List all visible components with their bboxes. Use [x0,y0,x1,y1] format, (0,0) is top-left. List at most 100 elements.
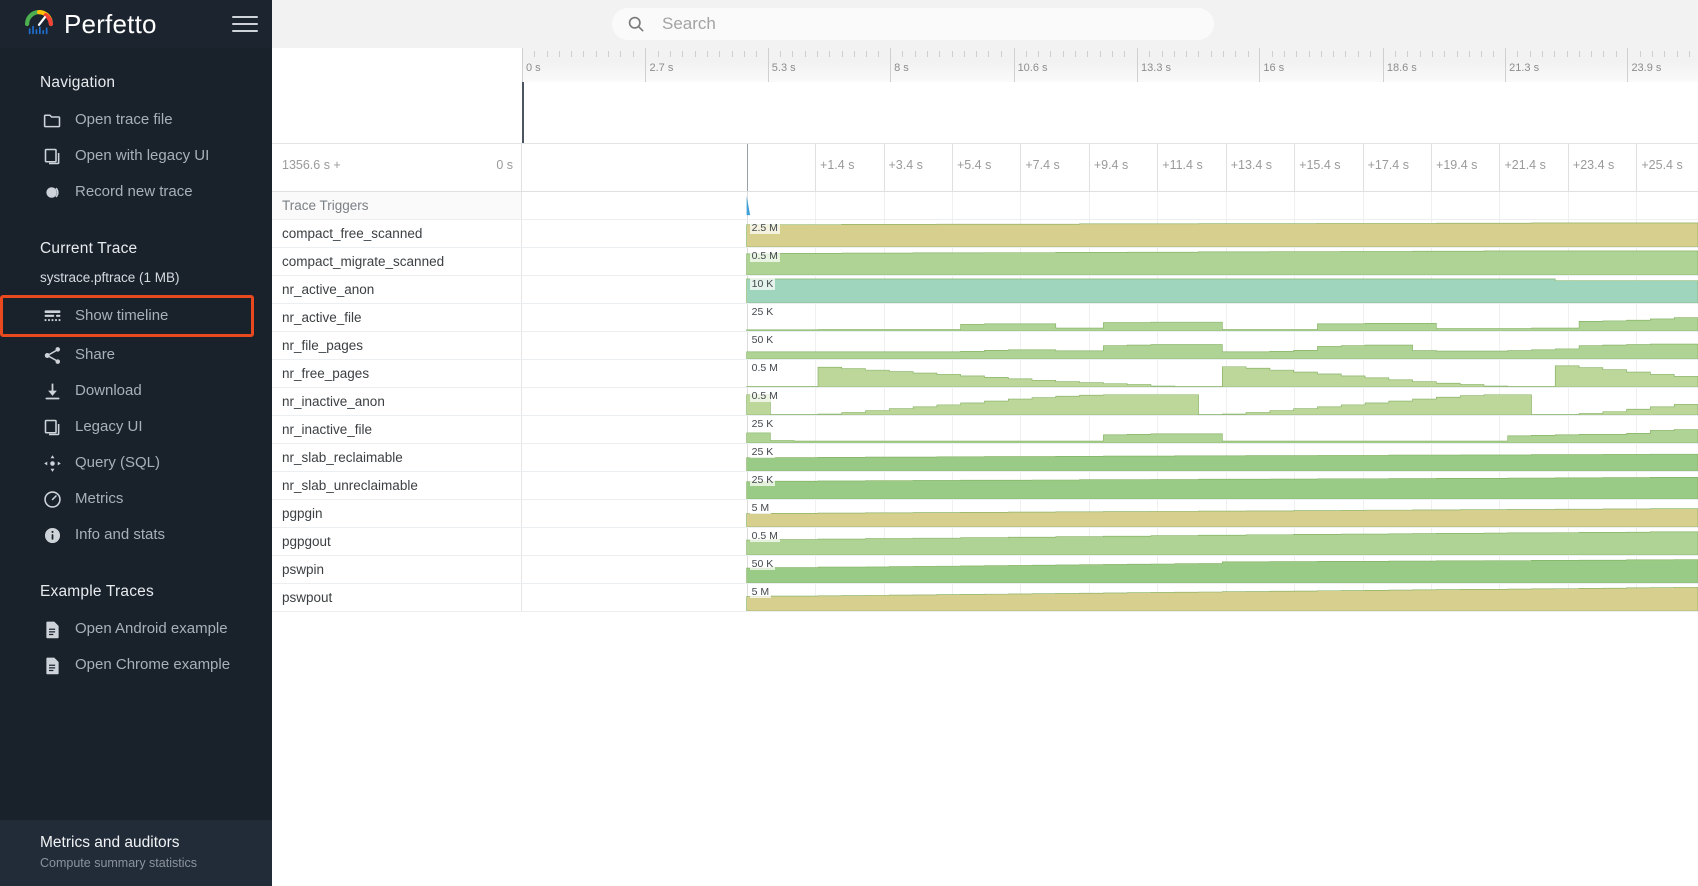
track-name-nr-inactive-anon[interactable]: nr_inactive_anon [272,388,522,415]
track-row[interactable]: Trace Triggers [272,192,1698,220]
overview-minimap[interactable] [522,82,1698,143]
overview-minor-tick [939,51,940,57]
track-name-pgpgout[interactable]: pgpgout [272,528,522,555]
track-row[interactable]: nr_inactive_anon0.5 M [272,388,1698,416]
track-name-nr-inactive-file[interactable]: nr_inactive_file [272,416,522,443]
sidebar-item-label: Open Android example [75,621,228,638]
track-row[interactable]: compact_free_scanned2.5 M [272,220,1698,248]
track-canvas[interactable]: 25 K [522,472,1698,499]
speedometer-icon [40,487,64,511]
brand-bar: Perfetto [0,0,272,48]
track-row[interactable]: pgpgin5 M [272,500,1698,528]
track-canvas[interactable]: 25 K [522,444,1698,471]
track-row[interactable]: nr_inactive_file25 K [272,416,1698,444]
hamburger-menu-icon[interactable] [232,13,258,35]
overview-minor-tick [1223,51,1224,57]
sidebar-footer-metrics-and-auditors[interactable]: Metrics and auditors Compute summary sta… [0,820,272,886]
track-name-nr-file-pages[interactable]: nr_file_pages [272,332,522,359]
overview-minor-tick [915,51,916,57]
overview-minor-tick [1370,51,1371,57]
track-canvas[interactable]: 25 K [522,416,1698,443]
search-input[interactable] [660,13,1200,35]
overview-minor-tick [1517,51,1518,57]
track-row[interactable]: nr_active_file25 K [272,304,1698,332]
track-row[interactable]: nr_active_anon10 K [272,276,1698,304]
sidebar-item-label: Download [75,383,142,400]
overview-minor-tick [1616,51,1617,57]
search-bar[interactable] [612,8,1214,40]
overview-minor-tick [1542,51,1543,57]
sidebar-item-query-sql[interactable]: Query (SQL) [0,445,272,481]
sidebar-item-info-and-stats[interactable]: Info and stats [0,517,272,553]
track-name-pswpout[interactable]: pswpout [272,584,522,611]
track-row[interactable]: nr_free_pages0.5 M [272,360,1698,388]
overview-minor-tick [1100,51,1101,57]
download-icon [40,379,64,403]
track-row[interactable]: nr_slab_unreclaimable25 K [272,472,1698,500]
overview-brush-handle[interactable] [522,82,524,143]
overview-minor-tick [902,51,903,57]
track-name-pgpgin[interactable]: pgpgin [272,500,522,527]
track-row[interactable]: nr_slab_reclaimable25 K [272,444,1698,472]
track-canvas[interactable]: 5 M [522,500,1698,527]
track-canvas[interactable]: 0.5 M [522,528,1698,555]
track-canvas[interactable]: 25 K [522,304,1698,331]
track-row[interactable]: nr_file_pages50 K [272,332,1698,360]
sidebar-item-open-with-legacy-ui[interactable]: Open with legacy UI [0,138,272,174]
track-name-compact-free-scanned[interactable]: compact_free_scanned [272,220,522,247]
overview-minor-tick [792,51,793,57]
track-row[interactable]: compact_migrate_scanned0.5 M [272,248,1698,276]
detail-ruler-ticks[interactable]: +1.4 s+3.4 s+5.4 s+7.4 s+9.4 s+11.4 s+13… [522,144,1698,191]
track-name-pswpin[interactable]: pswpin [272,556,522,583]
overview-minor-tick [1652,51,1653,57]
track-name-nr-slab-unreclaimable[interactable]: nr_slab_unreclaimable [272,472,522,499]
counter-area-chart [522,500,1698,527]
sidebar-item-download[interactable]: Download [0,373,272,409]
track-canvas[interactable]: 0.5 M [522,360,1698,387]
time-zero-label: 0 s [496,158,513,172]
document-icon [40,617,64,641]
sidebar-item-record-new-trace[interactable]: Record new trace [0,174,272,210]
sidebar-item-metrics[interactable]: Metrics [0,481,272,517]
sidebar: Perfetto Navigation Open trace file Open… [0,0,272,886]
track-name-nr-active-anon[interactable]: nr_active_anon [272,276,522,303]
track-canvas[interactable]: 2.5 M [522,220,1698,247]
sidebar-item-legacy-ui[interactable]: Legacy UI [0,409,272,445]
sidebar-item-share[interactable]: Share [0,337,272,373]
track-name-Trace Triggers[interactable]: Trace Triggers [272,192,522,219]
sidebar-item-label: Metrics [75,491,123,508]
track-row[interactable]: pswpout5 M [272,584,1698,612]
copy-windows-icon [40,415,64,439]
overview-tick-label: 2.7 s [645,62,673,74]
track-name-nr-free-pages[interactable]: nr_free_pages [272,360,522,387]
track-canvas[interactable]: 50 K [522,556,1698,583]
timeline-area: 0 s2.7 s5.3 s8 s10.6 s13.3 s16 s18.6 s21… [272,48,1698,886]
sidebar-section-title-current-trace: Current Trace [0,228,272,268]
sidebar-item-open-chrome-example[interactable]: Open Chrome example [0,647,272,683]
track-name-compact-migrate-scanned[interactable]: compact_migrate_scanned [272,248,522,275]
track-canvas[interactable]: 10 K [522,276,1698,303]
track-canvas[interactable]: 0.5 M [522,388,1698,415]
track-list: Trace Triggerscompact_free_scanned2.5 Mc… [272,192,1698,612]
sidebar-item-label: Query (SQL) [75,455,160,472]
detail-ruler-tick-label: +19.4 s [1431,158,1477,172]
counter-area-chart [522,388,1698,415]
sidebar-item-open-trace-file[interactable]: Open trace file [0,102,272,138]
sidebar-item-label: Info and stats [75,527,165,544]
detail-ruler-tick-label: +9.4 s [1089,158,1128,172]
overview-minor-tick [1345,51,1346,57]
track-canvas[interactable] [522,192,1698,219]
overview-minor-tick [1333,51,1334,57]
sidebar-item-show-timeline[interactable]: Show timeline [0,295,254,337]
track-name-nr-slab-reclaimable[interactable]: nr_slab_reclaimable [272,444,522,471]
track-row[interactable]: pgpgout0.5 M [272,528,1698,556]
overview-ruler-ticks[interactable]: 0 s2.7 s5.3 s8 s10.6 s13.3 s16 s18.6 s21… [522,48,1698,82]
overview-minor-tick [1444,51,1445,57]
track-row[interactable]: pswpin50 K [272,556,1698,584]
track-name-nr-active-file[interactable]: nr_active_file [272,304,522,331]
sidebar-item-open-android-example[interactable]: Open Android example [0,611,272,647]
track-canvas[interactable]: 5 M [522,584,1698,611]
detail-ruler-panel: 1356.6 s + 0 s +1.4 s+3.4 s+5.4 s+7.4 s+… [272,144,1698,192]
track-canvas[interactable]: 50 K [522,332,1698,359]
track-canvas[interactable]: 0.5 M [522,248,1698,275]
